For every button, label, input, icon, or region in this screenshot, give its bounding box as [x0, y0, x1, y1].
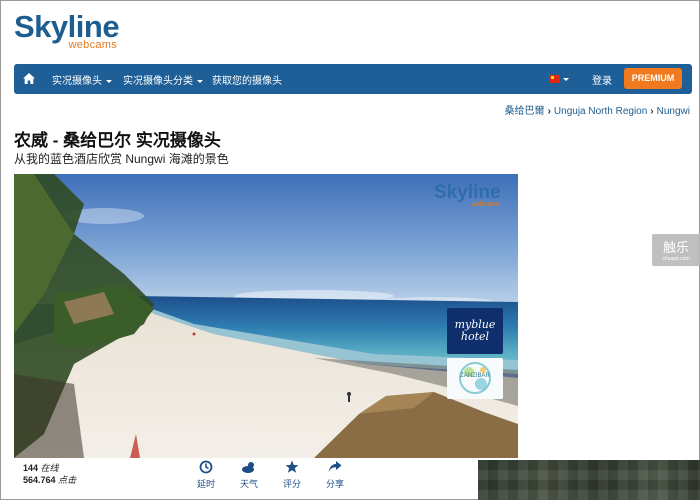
nav-item-label: 获取您的摄像头 — [212, 76, 282, 87]
nav-item-live-webcams[interactable]: 实况摄像头 — [52, 72, 112, 87]
breadcrumb-item-zanzibar[interactable]: 桑给巴爾 — [505, 106, 545, 117]
rating-button[interactable]: 评分 — [277, 460, 307, 490]
timelapse-icon — [199, 460, 213, 474]
main-navbar: 实况摄像头 实况摄像头分类 获取您的摄像头 登录 PREMIUM — [14, 64, 692, 94]
online-count-row: 144 在线 — [23, 462, 76, 474]
pixelated-overlay — [478, 460, 700, 500]
chevron-right-icon: › — [650, 106, 654, 117]
rating-label: 评分 — [282, 479, 301, 489]
views-label: 点击 — [58, 475, 77, 485]
online-label: 在线 — [40, 463, 59, 473]
breadcrumb: 桑给巴爾 › Unguja North Region › Nungwi — [505, 102, 690, 117]
caret-down-icon[interactable] — [563, 78, 569, 81]
page-subtitle: 从我的蓝色酒店欣赏 Nungwi 海滩的景色 — [14, 152, 229, 166]
timelapse-label: 延时 — [196, 479, 215, 489]
page-title: 农威 - 桑给巴尔 实况摄像头 — [14, 131, 221, 150]
watermark-sub-text: chuapp.com — [662, 256, 690, 262]
breadcrumb-item-nungwi[interactable]: Nungwi — [657, 106, 690, 117]
share-icon — [328, 461, 342, 472]
share-label: 分享 — [325, 479, 344, 489]
chevron-right-icon: › — [547, 106, 551, 117]
breadcrumb-item-region[interactable]: Unguja North Region — [554, 106, 647, 117]
star-icon — [285, 460, 299, 473]
home-icon[interactable] — [23, 73, 35, 84]
video-watermark-logo: Skyline webcams — [434, 182, 501, 208]
china-flag-icon[interactable] — [549, 75, 560, 83]
logo-text: Skyline — [14, 9, 120, 44]
viewer-stats: 144 在线 564.764 点击 — [23, 462, 76, 486]
nav-item-get-your-webcam[interactable]: 获取您的摄像头 — [212, 72, 282, 87]
chuapp-watermark: 触乐 chuapp.com — [652, 234, 700, 266]
views-count-row: 564.764 点击 — [23, 474, 76, 486]
online-count: 144 — [23, 463, 39, 473]
share-button[interactable]: 分享 — [320, 460, 350, 490]
timelapse-button[interactable]: 延时 — [191, 460, 221, 490]
zanzibar-ad[interactable]: ZANZIBAR — [447, 358, 503, 399]
player-bottom-bar: 144 在线 564.764 点击 延时 天气 评分 分享 — [14, 458, 518, 500]
webcam-video-player[interactable]: Skyline webcams myblue hotel ZANZIBAR — [14, 174, 518, 458]
site-logo[interactable]: Skyline webcams — [14, 9, 120, 51]
watermark-main-text: 触乐 — [662, 240, 689, 255]
watermark-text: Skyline — [434, 182, 501, 203]
weather-icon — [242, 462, 254, 473]
caret-down-icon — [106, 79, 112, 83]
webcam-scene-image — [14, 174, 518, 458]
views-count: 564.764 — [23, 475, 56, 485]
login-link[interactable]: 登录 — [592, 72, 612, 87]
nav-item-label: 实况摄像头 — [52, 76, 102, 87]
myblue-hotel-ad[interactable]: myblue hotel — [447, 308, 503, 354]
nav-item-webcam-categories[interactable]: 实况摄像头分类 — [123, 72, 203, 87]
caret-down-icon — [197, 79, 203, 83]
zanzibar-ad-text: ZANZIBAR — [460, 373, 490, 379]
nav-item-label: 实况摄像头分类 — [123, 76, 193, 87]
premium-button[interactable]: PREMIUM — [624, 68, 682, 89]
weather-button[interactable]: 天气 — [234, 460, 264, 490]
weather-label: 天气 — [239, 479, 258, 489]
